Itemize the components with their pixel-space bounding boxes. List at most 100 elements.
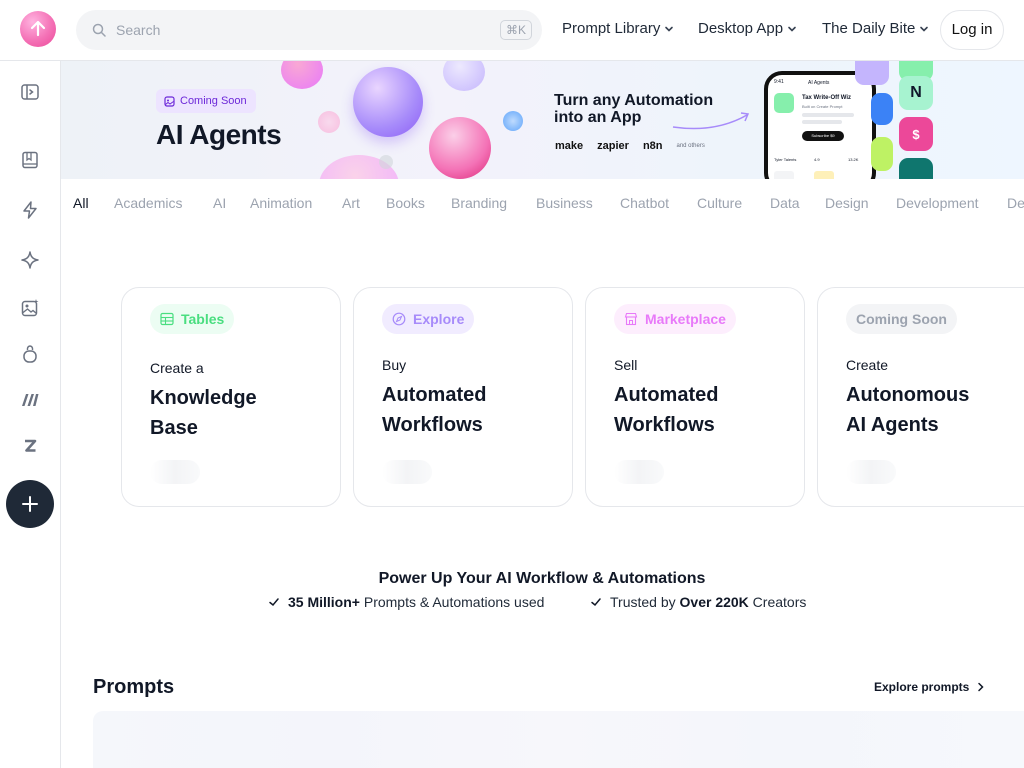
card-title-line1: Knowledge [150,387,257,409]
search-input[interactable] [116,18,496,42]
phone-card-sub: Built on Create Prompt [802,104,843,109]
stat-prompts-number: 35 Million+ [288,594,360,610]
tab-business[interactable]: Business [536,195,593,211]
app-icon-tile [899,158,933,179]
app-icon-tile [871,137,893,171]
tab-all[interactable]: All [73,195,89,211]
phone-placeholder-line [802,113,854,117]
chevron-down-icon [920,26,929,32]
decorative-orb [503,111,523,131]
stat-trusted-by: Trusted by Over 220K Creators [590,594,806,610]
tab-de[interactable]: De [1007,195,1024,211]
prompts-heading: Prompts [93,676,175,698]
phone-app-title: AI Agents [808,80,830,86]
banner-title: AI Agents [156,119,282,150]
tab-design[interactable]: Design [825,195,869,211]
card-title-line1: Automated [382,384,487,406]
add-button[interactable] [6,480,54,528]
chevron-down-icon [665,26,674,32]
phone-tile [774,171,794,179]
coming-soon-pill-label: Coming Soon [856,311,947,327]
marketplace-pill: Marketplace [614,304,736,334]
app-icon-tile [855,61,889,85]
image-icon [164,95,175,107]
tab-books[interactable]: Books [386,195,425,211]
make-logo-icon[interactable] [19,389,41,411]
others-brand: and others [676,143,705,149]
stat-prompts-rest: Prompts & Automations used [359,594,545,610]
loading-placeholder [846,460,896,484]
phone-subscribe-button: Subscribe $9 [802,131,844,141]
app-icon-tile [871,93,893,125]
tab-art[interactable]: Art [342,195,360,211]
phone-placeholder-line [802,120,842,124]
arrow-up-icon [30,20,46,37]
stat-trusted-rest: Creators [748,594,807,610]
stat-trusted-number: Over 220K [679,594,749,610]
search-bar[interactable]: ⌘K [76,10,542,50]
phone-count: 13.2K [848,157,859,162]
nav-prompt-library-label: Prompt Library [562,20,661,37]
power-up-heading: Power Up Your AI Workflow & Automations [378,570,706,587]
decorative-orb [353,67,423,137]
app-icon-tile: $ [899,117,933,151]
explore-prompts-link[interactable]: Explore prompts [874,680,985,694]
card-subtitle: Buy [382,357,407,373]
decorative-orb [281,61,323,89]
feature-card-sell-workflows[interactable]: Marketplace Sell Automated Workflows [585,287,805,507]
tab-development[interactable]: Development [896,195,979,211]
tab-chatbot[interactable]: Chatbot [620,195,669,211]
nav-daily-bite[interactable]: The Daily Bite [822,20,929,37]
coming-soon-label: Coming Soon [180,95,247,107]
coming-soon-badge: Coming Soon [156,89,256,113]
store-icon [624,312,638,326]
login-button[interactable]: Log in [940,10,1004,50]
image-sparkle-icon[interactable] [19,297,41,319]
tab-ai[interactable]: AI [213,195,226,211]
check-icon [591,598,601,607]
table-icon [160,312,174,326]
tab-animation[interactable]: Animation [250,195,312,211]
compass-icon [392,312,406,326]
sparkle-icon[interactable] [19,249,41,271]
integration-brands: make zapier n8n and others [555,140,705,152]
tab-data[interactable]: Data [770,195,800,211]
sidebar-toggle-icon[interactable] [19,81,41,103]
loading-placeholder [382,460,432,484]
card-title-line1: Automated [614,384,719,406]
explore-prompts-label: Explore prompts [874,680,970,694]
decorative-orb [429,117,491,179]
feature-card-buy-workflows[interactable]: Explore Buy Automated Workflows [353,287,573,507]
phone-time: 9:41 [774,79,784,85]
card-subtitle: Create [846,357,889,373]
promo-banner[interactable]: Coming Soon AI Agents Turn any Automatio… [61,61,1024,179]
nav-desktop-app-label: Desktop App [698,20,784,37]
nav-desktop-app[interactable]: Desktop App [698,20,797,37]
feature-card-knowledge-base[interactable]: Tables Create a Knowledge Base [121,287,341,507]
card-title-line2: Workflows [382,414,483,436]
phone-rating: 4.9 [814,157,820,162]
bag-icon[interactable] [19,343,41,365]
tables-pill-label: Tables [181,311,225,327]
nav-prompt-library[interactable]: Prompt Library [562,20,674,37]
card-title-line2: Base [150,417,198,439]
coming-soon-pill: Coming Soon [846,304,957,334]
logo[interactable] [20,11,56,47]
card-subtitle: Create a [150,360,204,376]
zapier-logo-icon[interactable] [19,435,41,457]
notion-app-icon: N [899,76,933,110]
phone-card-title: Tax Write-Off Wiz [802,95,852,101]
book-icon[interactable] [19,149,41,171]
card-title-line2: AI Agents [846,414,939,436]
explore-pill: Explore [382,304,475,334]
app-thumbnail [774,93,794,113]
lightning-icon[interactable] [19,199,41,221]
tab-culture[interactable]: Culture [697,195,742,211]
feature-card-ai-agents[interactable]: Coming Soon Create Autonomous AI Agents [817,287,1024,507]
stat-trusted-text: Trusted by Over 220K Creators [610,594,806,610]
tab-branding[interactable]: Branding [451,195,507,211]
tab-academics[interactable]: Academics [114,195,182,211]
top-bar: ⌘K Prompt Library Desktop App The Daily … [0,0,1024,61]
decorative-orb [379,155,393,169]
n8n-brand: n8n [642,140,663,152]
